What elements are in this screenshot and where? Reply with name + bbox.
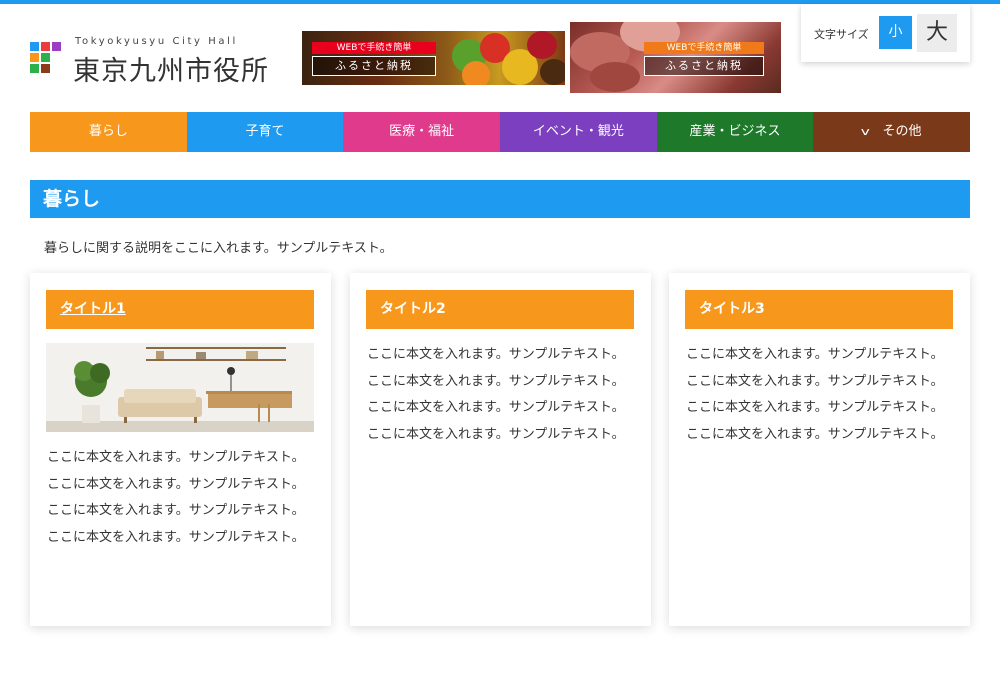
logo-mark-icon [30,42,64,76]
nav-item-label: 産業・ビジネス [689,124,781,139]
card-text-line: ここに本文を入れます。サンプルテキスト。 [47,530,305,546]
furusato-banner-fruit[interactable]: WEBで手続き簡単 ふるさと納税 [302,31,565,85]
furusato-banner-meat[interactable]: WEBで手続き簡単 ふるさと納税 [570,22,781,93]
site-logo[interactable]: Tokyokyusyu City Hall 東京九州市役所 [30,36,290,87]
content-card: タイトル1 ここに本文を入れます。サンプルテキスト。 ここに本文を入れます。サン… [30,273,331,626]
card-text-line: ここに本文を入れます。サンプルテキスト。 [47,450,305,465]
nav-item-iryo-fukushi[interactable]: 医療・福祉 [343,112,501,152]
logo-title: 東京九州市役所 [73,56,269,87]
card-text-line: ここに本文を入れます。サンプルテキスト。 [47,476,305,492]
card-title: タイトル2 [366,290,634,329]
card-body: ここに本文を入れます。サンプルテキスト。 ここに本文を入れます。サンプルテキスト… [47,445,305,552]
font-size-label: 文字サイズ [814,28,869,41]
banner-tag: WEBで手続き簡単 [644,42,764,54]
card-body: ここに本文を入れます。サンプルテキスト。 ここに本文を入れます。サンプルテキスト… [686,342,944,449]
card-title: タイトル3 [685,290,953,329]
card-text-line: ここに本文を入れます。サンプルテキスト。 [367,427,625,443]
card-text-line: ここに本文を入れます。サンプルテキスト。 [686,373,944,389]
nav-item-event-kanko[interactable]: イベント・観光 [500,112,657,152]
nav-item-label: その他 [882,124,922,139]
card-text-line: ここに本文を入れます。サンプルテキスト。 [367,400,625,416]
nav-item-sangyo-business[interactable]: 産業・ビジネス [656,112,814,152]
nav-item-sonota[interactable]: v その他 [813,112,971,152]
nav-item-label: イベント・観光 [532,124,624,139]
card-body: ここに本文を入れます。サンプルテキスト。 ここに本文を入れます。サンプルテキスト… [367,342,625,449]
nav-item-label: 暮らし [88,124,128,139]
banner-label: ふるさと納税 [644,56,764,76]
card-title-link[interactable]: タイトル1 [46,290,314,329]
nav-item-kosodate[interactable]: 子育て [186,112,344,152]
banner-label: ふるさと納税 [312,56,436,76]
nav-item-label: 医療・福祉 [389,124,455,139]
card-text-line: ここに本文を入れます。サンプルテキスト。 [367,373,625,389]
chevron-down-icon: v [860,125,870,138]
card-text-line: ここに本文を入れます。サンプルテキスト。 [47,503,305,519]
nav-item-kurashi[interactable]: 暮らし [30,112,187,152]
font-size-switcher: 文字サイズ 小 大 [801,4,970,62]
font-size-large-button[interactable]: 大 [917,14,957,52]
section-description: 暮らしに関する説明をここに入れます。サンプルテキスト。 [44,241,393,256]
font-size-small-button[interactable]: 小 [879,16,912,49]
logo-subtitle: Tokyokyusyu City Hall [75,36,238,47]
section-title: 暮らし [30,180,970,218]
nav-item-label: 子育て [245,124,285,139]
content-card: タイトル3 ここに本文を入れます。サンプルテキスト。 ここに本文を入れます。サン… [669,273,970,626]
card-text-line: ここに本文を入れます。サンプルテキスト。 [686,400,944,416]
global-nav: 暮らし 子育て 医療・福祉 イベント・観光 産業・ビジネス v その他 [30,112,971,152]
living-room-image [46,343,314,432]
content-card: タイトル2 ここに本文を入れます。サンプルテキスト。 ここに本文を入れます。サン… [350,273,651,626]
card-text-line: ここに本文を入れます。サンプルテキスト。 [367,347,625,362]
banner-tag: WEBで手続き簡単 [312,42,436,54]
card-text-line: ここに本文を入れます。サンプルテキスト。 [686,427,944,443]
card-text-line: ここに本文を入れます。サンプルテキスト。 [686,347,944,362]
